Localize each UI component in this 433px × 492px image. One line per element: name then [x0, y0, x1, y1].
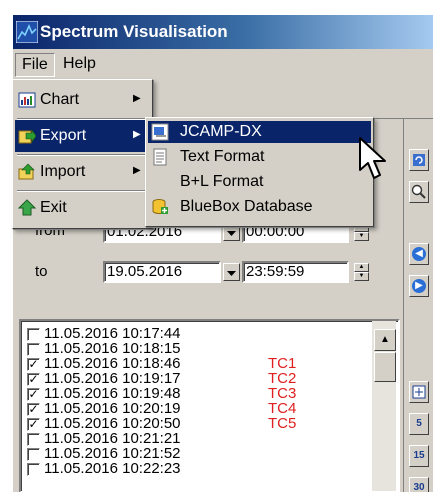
row-tag: TC5	[268, 415, 297, 432]
menu-item-bl-format[interactable]: B+L Format	[148, 171, 371, 193]
to-time-spinner[interactable]: ▲ ▼	[354, 263, 369, 281]
refresh-icon	[413, 154, 425, 166]
zoom-icon	[411, 184, 426, 199]
row-timestamp: 11.05.2016 10:19:17	[44, 370, 181, 387]
menu-item-label: BlueBox Database	[180, 198, 313, 215]
list-scrollbar[interactable]: ▲	[372, 321, 396, 491]
5-icon: 5	[416, 418, 422, 429]
row-timestamp: 11.05.2016 10:18:15	[44, 340, 181, 357]
interval-5-button[interactable]: 5	[409, 413, 429, 435]
row-tag: TC1	[268, 355, 297, 372]
menu-item-label: Import	[40, 163, 86, 180]
refresh-button[interactable]	[409, 149, 429, 171]
row-checkbox[interactable]: ✓	[27, 358, 40, 371]
chevron-right-icon: ▶	[133, 93, 141, 104]
row-timestamp: 11.05.2016 10:19:48	[44, 385, 181, 402]
row-timestamp: 11.05.2016 10:20:50	[44, 415, 181, 432]
to-date-dropdown[interactable]	[223, 263, 240, 281]
row-checkbox[interactable]	[27, 328, 40, 341]
chevron-right-icon: ▶	[133, 129, 141, 140]
chevron-down-icon	[227, 231, 236, 236]
menu-item-label: Exit	[40, 199, 67, 216]
row-checkbox[interactable]: ✓	[27, 373, 40, 386]
spin-down-icon[interactable]: ▼	[354, 232, 369, 241]
to-label: to	[35, 263, 48, 280]
menu-item-export[interactable]: Export ▶	[15, 120, 150, 152]
next-button[interactable]: ▶	[409, 275, 429, 297]
import-icon	[18, 163, 35, 180]
row-timestamp: 11.05.2016 10:17:44	[44, 325, 181, 342]
menu-item-chart[interactable]: Chart ▶	[15, 84, 150, 116]
menu-item-label: Text Format	[180, 148, 265, 165]
exit-icon	[18, 199, 36, 216]
spectrum-app-icon	[16, 21, 38, 43]
menu-item-exit[interactable]: Exit	[15, 192, 150, 224]
chevron-down-icon	[227, 271, 236, 276]
30-icon: 30	[413, 482, 425, 492]
row-tag: TC2	[268, 370, 297, 387]
row-checkbox[interactable]: ✓	[27, 403, 40, 416]
jcamp-icon	[151, 123, 169, 141]
spin-down-icon[interactable]: ▼	[354, 272, 369, 281]
interval-icon	[412, 385, 426, 399]
row-checkbox[interactable]: ✓	[27, 418, 40, 431]
arrow-right-icon: ▶	[412, 279, 426, 293]
mouse-pointer-icon	[359, 137, 386, 179]
chevron-right-icon: ▶	[133, 165, 141, 176]
to-date-field[interactable]: 19.05.2016	[103, 261, 221, 283]
row-checkbox[interactable]	[27, 463, 40, 476]
export-submenu: JCAMP-DX Text Format B+L Format BlueBox …	[145, 117, 374, 227]
right-toolbar: ◀ ▶ 5 15 30	[403, 119, 433, 492]
chevron-up-icon: ▲	[380, 334, 390, 345]
row-timestamp: 11.05.2016 10:18:46	[44, 355, 181, 372]
interval-15-button[interactable]: 15	[409, 445, 429, 467]
menu-item-label: Export	[40, 127, 87, 144]
row-timestamp: 11.05.2016 10:21:52	[44, 445, 181, 462]
row-tag: TC3	[268, 385, 297, 402]
menu-item-text-format[interactable]: Text Format	[148, 146, 371, 168]
scroll-up-button[interactable]: ▲	[374, 329, 396, 351]
row-tag: TC4	[268, 400, 297, 417]
row-checkbox[interactable]: ✓	[27, 388, 40, 401]
file-menu: Chart ▶ Export ▶ Import ▶ Exit	[12, 79, 153, 229]
arrow-left-icon: ◀	[412, 247, 426, 261]
database-add-icon	[152, 199, 168, 214]
export-icon	[18, 129, 36, 144]
menu-item-label: Chart	[40, 91, 80, 108]
text-doc-icon	[153, 148, 167, 166]
window-title: Spectrum Visualisation	[40, 22, 228, 41]
row-timestamp: 11.05.2016 10:22:23	[44, 460, 181, 477]
title-bar[interactable]: Spectrum Visualisation	[13, 15, 433, 49]
row-timestamp: 11.05.2016 10:21:21	[44, 430, 181, 447]
measurement-list[interactable]: 11.05.2016 10:17:44 11.05.2016 10:18:15 …	[19, 319, 400, 492]
interval-button[interactable]	[409, 381, 429, 403]
menu-item-label: JCAMP-DX	[180, 123, 262, 140]
menu-item-bluebox-database[interactable]: BlueBox Database	[148, 196, 371, 218]
row-timestamp: 11.05.2016 10:20:19	[44, 400, 181, 417]
spin-up-icon[interactable]: ▲	[354, 263, 369, 272]
menu-file[interactable]: File	[15, 53, 55, 77]
row-checkbox[interactable]	[27, 343, 40, 356]
menu-item-import[interactable]: Import ▶	[15, 156, 150, 188]
menu-bar: File Help	[13, 49, 433, 79]
15-icon: 15	[413, 450, 425, 461]
chart-icon	[18, 92, 36, 108]
menu-item-jcamp-dx[interactable]: JCAMP-DX	[148, 121, 371, 143]
interval-30-button[interactable]: 30	[409, 477, 429, 492]
scroll-thumb[interactable]	[374, 352, 396, 382]
row-checkbox[interactable]	[27, 433, 40, 446]
zoom-button[interactable]	[409, 181, 429, 203]
row-checkbox[interactable]	[27, 448, 40, 461]
menu-help[interactable]: Help	[57, 53, 102, 77]
previous-button[interactable]: ◀	[409, 243, 429, 265]
to-time-field[interactable]: 23:59:59	[242, 261, 349, 283]
menu-item-label: B+L Format	[180, 173, 264, 190]
